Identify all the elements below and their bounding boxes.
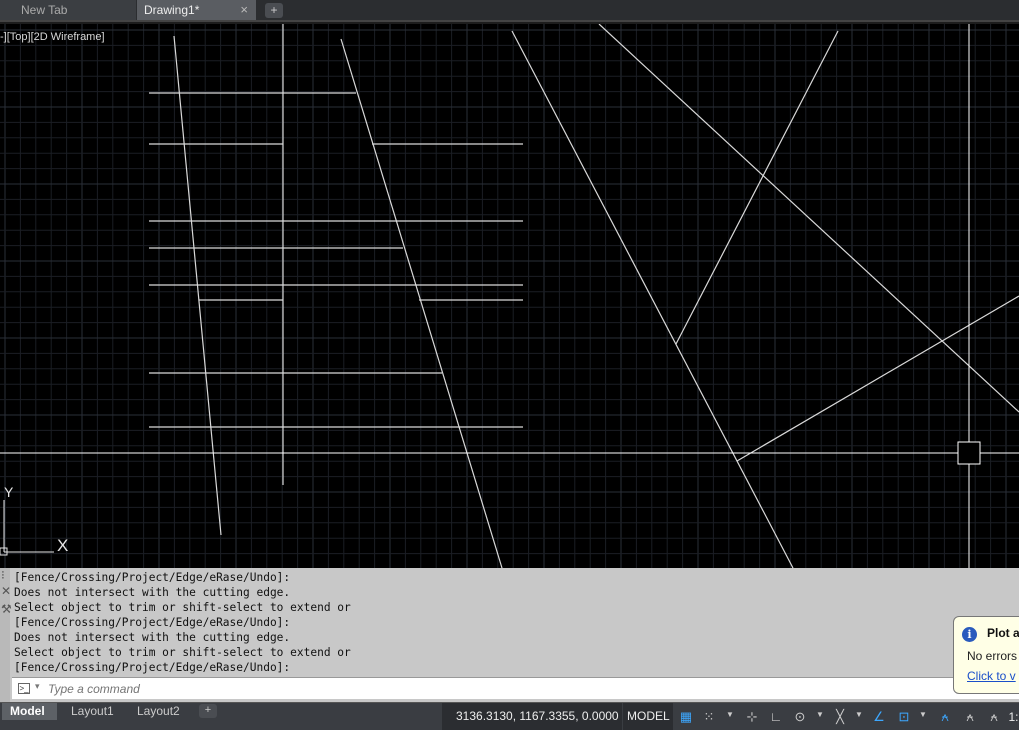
close-icon[interactable]: × <box>240 2 248 17</box>
chevron-down-icon[interactable]: ▼ <box>855 710 863 719</box>
command-prompt-icon[interactable]: >_ <box>18 683 30 694</box>
snap-icon[interactable]: ⁙ <box>701 709 717 725</box>
close-icon[interactable]: ✕ <box>1 584 11 598</box>
drawing-geometry <box>149 24 1019 568</box>
ucs-y-label: Y <box>4 484 14 500</box>
chevron-down-icon[interactable]: ▼ <box>919 710 927 719</box>
drawing-line <box>340 38 503 568</box>
isodraft-icon[interactable]: ╳ <box>831 709 849 725</box>
chevron-down-icon[interactable]: ▼ <box>816 710 824 719</box>
add-layout-button[interactable]: + <box>199 704 217 718</box>
ucs-icon <box>0 500 54 556</box>
command-line[interactable]: >_ ▾ <box>12 677 1019 699</box>
status-bar: Model Layout1 Layout2 + 3136.3130, 1167.… <box>0 702 1019 730</box>
tab-drawing1[interactable]: Drawing1* × <box>137 0 256 20</box>
object-snap-icon[interactable]: ∠ <box>870 709 888 725</box>
polar-tracking-icon[interactable]: ⊙ <box>791 709 809 725</box>
drawing-line <box>675 30 839 345</box>
tab-layout2[interactable]: Layout2 <box>129 703 191 720</box>
crosshair-cursor <box>0 24 1019 568</box>
history-line: [Fence/Crossing/Project/Edge/eRase/Undo]… <box>14 661 291 674</box>
tab-label: Drawing1* <box>144 3 200 17</box>
annotation-scale-icon[interactable]: ⍲ <box>935 709 955 725</box>
lineweight-icon[interactable]: ⊡ <box>894 709 914 725</box>
notification-link[interactable]: Click to v <box>967 669 1016 683</box>
history-line: [Fence/Crossing/Project/Edge/eRase/Undo]… <box>14 616 291 629</box>
autocad-window: New Tab Drawing1* × + X Y -][Top][2D Wir… <box>0 0 1019 730</box>
chevron-down-icon[interactable]: ▼ <box>726 710 734 719</box>
command-window: ⁝ ✕ ⚒ [Fence/Crossing/Project/Edge/eRase… <box>0 568 1019 702</box>
drawing-canvas[interactable]: X Y <box>0 24 1019 568</box>
grip-dots-icon: ⁝ <box>1 568 5 582</box>
history-line: Select object to trim or shift-select to… <box>14 646 351 659</box>
customize-icon[interactable]: ⚒ <box>1 602 12 616</box>
drawing-line <box>736 295 1019 462</box>
history-line: Does not intersect with the cutting edge… <box>14 631 291 644</box>
history-line: Select object to trim or shift-select to… <box>14 601 351 614</box>
notification-title: Plot a <box>987 626 1019 640</box>
chevron-down-icon[interactable]: ▾ <box>35 681 40 692</box>
history-line: Does not intersect with the cutting edge… <box>14 586 291 599</box>
grid-lines <box>0 24 1019 568</box>
viewport-controls-label[interactable]: -][Top][2D Wireframe] <box>0 31 105 43</box>
command-input[interactable] <box>48 680 948 697</box>
coordinates-readout[interactable]: 3136.3130, 1167.3355, 0.0000 <box>442 703 622 730</box>
drawing-line <box>511 30 794 568</box>
add-tab-button[interactable]: + <box>265 3 283 18</box>
auto-scale-icon[interactable]: ⍲ <box>984 709 1004 725</box>
model-space-button[interactable]: MODEL <box>623 703 673 730</box>
tab-model[interactable]: Model <box>2 703 57 720</box>
drawing-viewport[interactable]: X Y -][Top][2D Wireframe] <box>0 24 1019 568</box>
tab-new-tab[interactable]: New Tab <box>0 0 136 20</box>
annotation-scale-value[interactable]: 1: <box>1008 709 1019 725</box>
notification-message: No errors <box>967 649 1018 663</box>
document-tab-bar: New Tab Drawing1* × + <box>0 0 1019 22</box>
command-window-grip[interactable]: ⁝ ✕ ⚒ <box>0 568 12 702</box>
pickbox <box>957 441 981 465</box>
command-history: [Fence/Crossing/Project/Edge/eRase/Undo]… <box>14 570 351 675</box>
tab-layout1[interactable]: Layout1 <box>63 703 125 720</box>
tab-label: New Tab <box>21 3 68 17</box>
ucs-x-label: X <box>57 536 68 555</box>
info-icon: i <box>962 627 977 642</box>
ortho-icon[interactable]: ∟ <box>768 709 784 725</box>
grid-icon[interactable]: ▦ <box>678 709 694 725</box>
history-line: [Fence/Crossing/Project/Edge/eRase/Undo]… <box>14 571 291 584</box>
plot-notification-balloon[interactable]: i Plot a No errors Click to v <box>953 616 1019 694</box>
infer-constraints-icon[interactable]: ⊹ <box>741 709 763 725</box>
annotation-visibility-icon[interactable]: ⍲ <box>960 709 980 725</box>
